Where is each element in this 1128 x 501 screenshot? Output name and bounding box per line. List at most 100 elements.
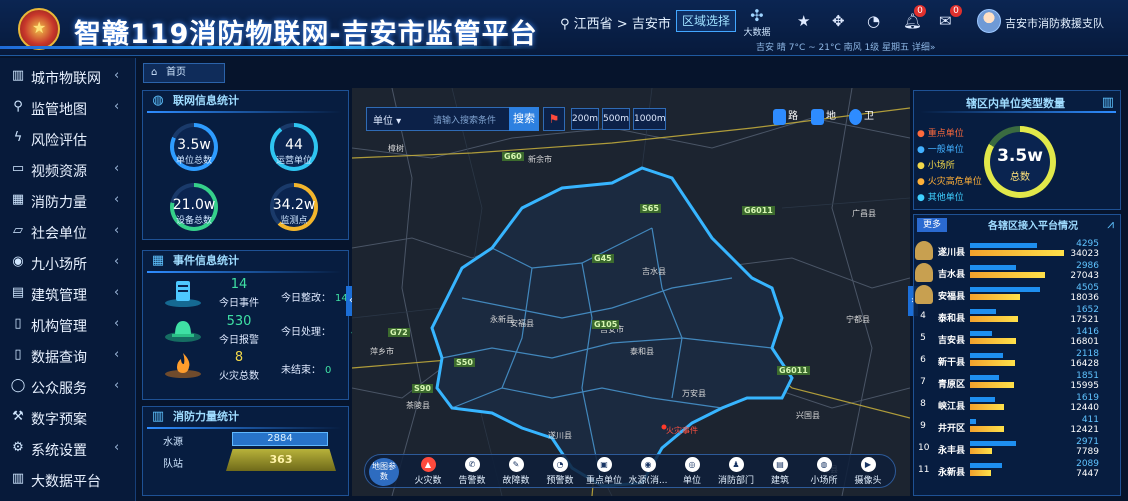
- book-icon: ▯: [14, 316, 22, 331]
- fire-total-value: 8: [234, 350, 244, 365]
- sidebar-item[interactable]: ◯ 公众服务 ‹: [0, 372, 136, 403]
- sidebar-item[interactable]: ▯ 机构管理 ‹: [0, 310, 136, 341]
- layer-toggle[interactable]: ✆ 告警数: [449, 457, 495, 486]
- layer-toggle[interactable]: ◔ 预警数: [537, 457, 583, 486]
- unit-type-legend-item[interactable]: ● 火灾高危单位: [917, 174, 982, 187]
- bars-chart-icon: ▥: [11, 68, 25, 83]
- access-bar-secondary: [970, 360, 1015, 366]
- sidebar-item[interactable]: ▱ 社会单位 ‹: [0, 217, 136, 248]
- location-breadcrumb[interactable]: ⚲ 江西省 > 吉安市: [560, 13, 671, 32]
- fullscreen-icon[interactable]: ✥: [832, 12, 845, 30]
- search-button[interactable]: 搜索: [509, 107, 539, 131]
- sidebar-item[interactable]: ⚙ 系统设置 ‹: [0, 434, 136, 465]
- map-layer-toolbar: 地图参数 ▲ 火灾数 ✆ 告警数 ✎ 故障数 ◔ 预警数 ▣ 重点单位 ◉ 水源(消... ◎ 单位 ♟ 消防…: [364, 454, 896, 488]
- district-name: 青原区: [938, 380, 966, 390]
- map-type-road[interactable]: 路: [770, 107, 804, 127]
- layer-toggle[interactable]: ◉ 水源(消...: [625, 457, 671, 486]
- breadcrumb[interactable]: ⌂ 首页: [143, 63, 225, 83]
- ranking-row[interactable]: 11 永新县 2089 7447: [914, 459, 1104, 482]
- layer-toggle[interactable]: ▤ 建筑: [757, 457, 803, 486]
- access-bar-primary: [970, 419, 976, 424]
- more-button[interactable]: 更多: [917, 218, 947, 232]
- layer-toggle[interactable]: ◍ 小场所: [801, 457, 847, 486]
- title-divider: [920, 111, 1116, 113]
- access-value-primary: 1416: [1076, 327, 1099, 337]
- layer-toggle[interactable]: ✎ 故障数: [493, 457, 539, 486]
- distance-200-button[interactable]: 200m: [571, 108, 599, 130]
- legend-dot-icon: ●: [917, 161, 928, 171]
- user-name[interactable]: 吉安市消防救援支队: [1005, 15, 1104, 31]
- unit-type-legend-item[interactable]: ● 一般单位: [917, 142, 964, 155]
- sidebar-item[interactable]: ▥ 大数据平台: [0, 465, 136, 496]
- layer-icon: ✎: [508, 457, 524, 472]
- bigdata-button[interactable]: ✣ 大数据: [742, 6, 772, 38]
- water-source-label: 水源: [163, 437, 183, 448]
- region-select-button[interactable]: 区域选择: [676, 10, 737, 32]
- sidebar-item[interactable]: ▤ 建筑管理 ‹: [0, 279, 136, 310]
- search-input[interactable]: 请输入搜索条件: [433, 113, 496, 126]
- sidebar-item[interactable]: ϟ 风险评估: [0, 124, 136, 155]
- sidebar-item-label: 监管地图: [31, 102, 87, 118]
- layer-toggle[interactable]: ◎ 单位: [669, 457, 715, 486]
- map-type-satellite[interactable]: 卫: [846, 107, 880, 127]
- ranking-row[interactable]: 9 井开区 411 12421: [914, 415, 1104, 438]
- map-canvas[interactable]: [352, 88, 910, 496]
- road-shield: G6011: [742, 206, 775, 215]
- distance-1000-button[interactable]: 1000m: [633, 108, 666, 130]
- search-type-select[interactable]: 单位 ▾: [373, 112, 401, 127]
- map-type-map[interactable]: 地: [808, 107, 842, 127]
- layer-toggle[interactable]: ▶ 摄像头: [845, 457, 891, 486]
- sidebar-item-label: 视频资源: [31, 164, 87, 180]
- star-icon[interactable]: ★: [797, 12, 810, 30]
- layer-toggle[interactable]: ▲ 火灾数: [405, 457, 451, 486]
- ranking-row[interactable]: 3安福县450518036: [914, 283, 1104, 306]
- access-bar-primary: [970, 375, 999, 380]
- sidebar-item[interactable]: ▦ 消防力量 ‹: [0, 186, 136, 217]
- ranking-row[interactable]: 5 吉安县 1416 16801: [914, 327, 1104, 350]
- avatar[interactable]: [977, 9, 1001, 33]
- unit-type-legend-item[interactable]: ● 重点单位: [917, 126, 964, 139]
- district-name: 井开区: [938, 424, 966, 434]
- sidebar-item[interactable]: ▥ 城市物联网 ‹: [0, 62, 136, 93]
- road-shield: G60: [502, 152, 524, 161]
- dashboard-icon[interactable]: ◔: [867, 12, 880, 30]
- road-shield: S65: [640, 204, 661, 213]
- ranking-row[interactable]: 1遂川县429534023: [914, 239, 1104, 262]
- today-alarm-value: 530: [226, 314, 252, 329]
- district-name: 永新县: [938, 468, 966, 478]
- sidebar-item[interactable]: ▭ 视频资源 ‹: [0, 155, 136, 186]
- ranking-row[interactable]: 8 峡江县 1619 12440: [914, 393, 1104, 416]
- ranking-row[interactable]: 2吉水县298627043: [914, 261, 1104, 284]
- access-bar-secondary: [970, 382, 1014, 388]
- sidebar-item[interactable]: ⚲ 监管地图 ‹: [0, 93, 136, 124]
- sidebar-item[interactable]: ⚒ 数字预案: [0, 403, 136, 434]
- sidebar-item[interactable]: ◉ 九小场所 ‹: [0, 248, 136, 279]
- ranking-row[interactable]: 6 新干县 2118 16428: [914, 349, 1104, 372]
- today-events-label: 今日事件: [219, 298, 259, 309]
- access-bar-primary: [970, 243, 1037, 248]
- mail-icon[interactable]: ✉: [939, 12, 952, 30]
- fire-event-label[interactable]: 火灾事件: [666, 425, 698, 436]
- weather-info[interactable]: 吉安 晴 7°C ~ 21°C 南风 1级 星期五 详细»: [756, 40, 935, 53]
- access-value-primary: 4505: [1076, 283, 1099, 293]
- layer-label: 预警数: [546, 476, 574, 486]
- supervision-map[interactable]: 樟树 新余市 安福县 吉水县 吉安市 泰和县 永新县 万安县 遂川县 兴国县 宁…: [352, 88, 910, 496]
- map-legend-button[interactable]: 地图参数: [369, 458, 399, 486]
- unit-type-legend-item[interactable]: ● 小场所: [917, 158, 955, 171]
- layer-toggle[interactable]: ♟ 消防部门: [713, 457, 759, 486]
- distance-500-button[interactable]: 500m: [602, 108, 630, 130]
- unit-type-legend-item[interactable]: ● 其他单位: [917, 190, 964, 203]
- sidebar-item[interactable]: ▯ 数据查询 ‹: [0, 341, 136, 372]
- ranking-row[interactable]: 7 青原区 1851 15995: [914, 371, 1104, 394]
- ranking-row[interactable]: 4 泰和县 1652 17521: [914, 305, 1104, 328]
- flag-icon[interactable]: ⚑: [543, 107, 565, 131]
- access-bar-secondary: [970, 338, 1016, 344]
- rank-number: 4: [920, 311, 926, 321]
- chevron-left-icon: ‹: [114, 316, 120, 331]
- layer-toggle[interactable]: ▣ 重点单位: [581, 457, 627, 486]
- district-name: 遂川县: [938, 248, 966, 258]
- ranking-row[interactable]: 10 永丰县 2971 7789: [914, 437, 1104, 460]
- legend-label: 火灾高危单位: [927, 177, 982, 187]
- today-fix-stat: 今日整改： 14: [281, 289, 348, 304]
- water-source-bar: 2884: [232, 432, 328, 446]
